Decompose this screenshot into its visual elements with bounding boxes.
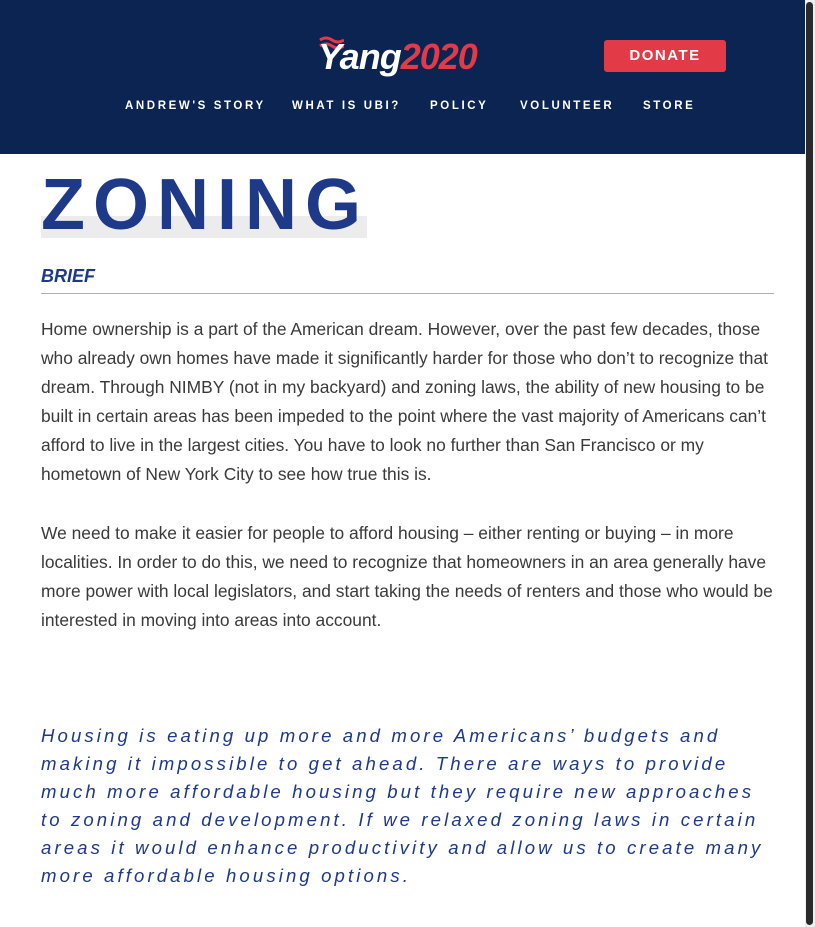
page-title: ZONING bbox=[41, 165, 369, 245]
yang2020-logo[interactable]: Yang2020 bbox=[318, 34, 498, 82]
pull-quote: Housing is eating up more and more Ameri… bbox=[41, 725, 764, 886]
nav-item-store[interactable]: STORE bbox=[643, 100, 695, 112]
nav-item-policy[interactable]: POLICY bbox=[430, 100, 488, 112]
scrollbar-thumb[interactable] bbox=[806, 2, 813, 925]
page-title-block: ZONING bbox=[41, 168, 369, 242]
nav-item-volunteer[interactable]: VOLUNTEER bbox=[520, 100, 614, 112]
section-divider bbox=[41, 293, 774, 294]
main-nav: ANDREW'S STORY WHAT IS UBI? POLICY VOLUN… bbox=[0, 100, 815, 116]
section-label-brief: BRIEF bbox=[41, 266, 95, 286]
logo-name: Yang bbox=[318, 36, 402, 77]
logo-year: 2020 bbox=[400, 36, 478, 77]
nav-item-andrews-story[interactable]: ANDREW'S STORY bbox=[125, 100, 266, 112]
donate-button[interactable]: DONATE bbox=[604, 40, 726, 72]
nav-item-what-is-ubi[interactable]: WHAT IS UBI? bbox=[292, 100, 401, 112]
site-header: Yang2020 DONATE ANDREW'S STORY WHAT IS U… bbox=[0, 0, 815, 154]
brief-paragraph-2: We need to make it easier for people to … bbox=[41, 523, 773, 630]
logo-text: Yang2020 bbox=[318, 34, 478, 80]
brief-paragraph-1: Home ownership is a part of the American… bbox=[41, 319, 768, 484]
